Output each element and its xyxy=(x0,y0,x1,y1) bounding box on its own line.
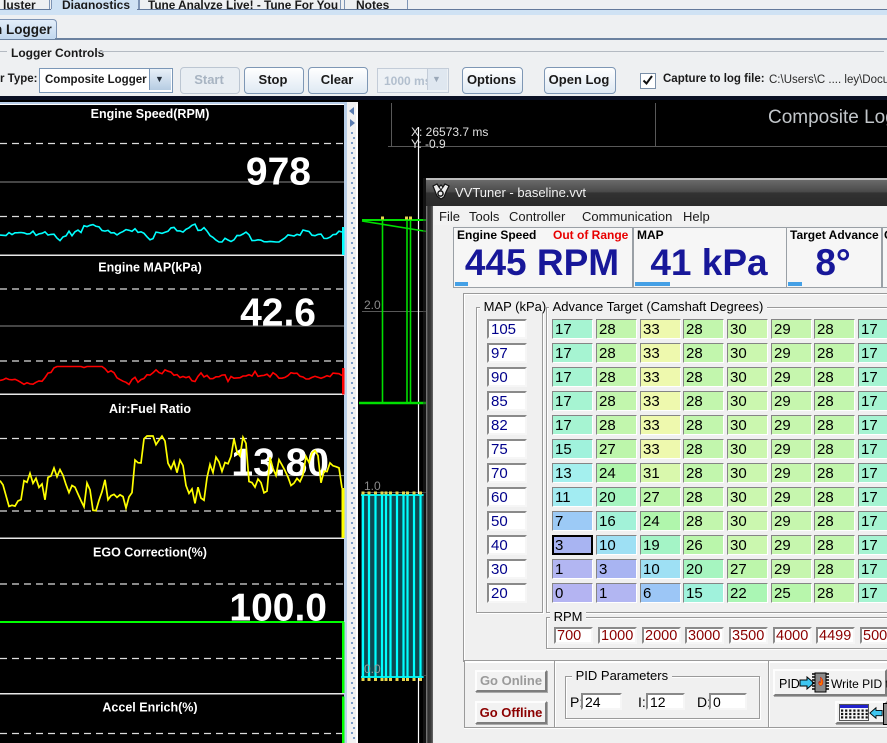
svg-text:100.0: 100.0 xyxy=(229,587,327,630)
svg-text:42.6: 42.6 xyxy=(240,292,316,335)
svg-text:EGO Correction(%): EGO Correction(%) xyxy=(93,546,207,560)
svg-text:2.0: 2.0 xyxy=(364,298,381,312)
svg-text:0.0: 0.0 xyxy=(364,662,381,676)
svg-text:Accel Enrich(%): Accel Enrich(%) xyxy=(102,701,197,715)
svg-text:Air:Fuel Ratio: Air:Fuel Ratio xyxy=(109,402,191,416)
svg-text:Y: -0.9: Y: -0.9 xyxy=(411,137,446,151)
svg-text:Composite Logger: Composite Logger xyxy=(768,107,887,128)
svg-text:Engine MAP(kPa): Engine MAP(kPa) xyxy=(98,261,202,275)
svg-text:Engine Speed(RPM): Engine Speed(RPM) xyxy=(91,107,210,121)
svg-text:978: 978 xyxy=(246,151,311,194)
svg-text:1.0: 1.0 xyxy=(364,479,381,493)
